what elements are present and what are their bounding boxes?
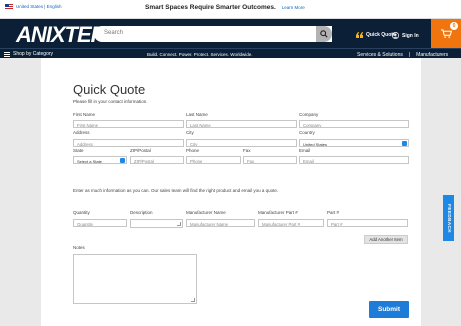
chevron-down-icon (120, 158, 125, 163)
quick-quote-form: Quick Quote Please fill in your contact … (41, 58, 421, 326)
state-label: State (73, 148, 84, 153)
part-number-field[interactable]: Part # (327, 219, 408, 227)
city-field[interactable]: City (186, 139, 297, 147)
search-button[interactable] (316, 26, 332, 42)
locale-label: United States | English (16, 4, 62, 9)
company-label: Company (299, 112, 319, 117)
resize-handle-icon[interactable] (191, 298, 195, 302)
city-label: City (186, 130, 194, 135)
anixter-logo[interactable]: ANIXTER (16, 22, 107, 48)
sign-in-label: Sign In (402, 32, 419, 39)
cart-icon (440, 29, 452, 38)
search-input[interactable]: Search (94, 26, 332, 42)
promo-message: Smart Spaces Require Smarter Outcomes. L… (145, 4, 305, 11)
nav-links: Services & Solutions | Manufacturers (357, 52, 448, 58)
country-label: Country (299, 130, 315, 135)
first-name-field[interactable]: First Name (73, 120, 184, 128)
main-header: ANIXTER Search Quick Quote Sign In (0, 19, 461, 48)
resize-handle-icon[interactable] (177, 222, 181, 226)
state-value: Select a State (77, 158, 102, 164)
page-title: Quick Quote (73, 82, 146, 97)
zip-label: ZIP/Postal (130, 148, 151, 153)
quantity-label: Quantity (73, 210, 90, 215)
manufacturers-link[interactable]: Manufacturers (416, 52, 448, 58)
tagline: Build. Connect. Power. Protect. Services… (147, 51, 253, 57)
feedback-tab[interactable]: FEEDBACK (443, 195, 454, 241)
last-name-label: Last Name (186, 112, 208, 117)
cart-button[interactable]: 0 (431, 19, 461, 48)
last-name-field[interactable]: Last Name (186, 120, 297, 128)
fax-field[interactable]: Fax (243, 156, 297, 164)
quick-quote-link[interactable]: Quick Quote (356, 32, 396, 38)
user-icon (392, 32, 399, 39)
phone-label: Phone (186, 148, 200, 153)
promo-text: Smart Spaces Require Smarter Outcomes. (145, 4, 276, 11)
fax-label: Fax (243, 148, 251, 153)
cart-count-badge: 0 (450, 22, 458, 30)
quantity-field[interactable]: Quantity (73, 219, 127, 227)
page: United States | English Smart Spaces Req… (0, 0, 461, 326)
manufacturer-name-label: Manufacturer Name (186, 210, 226, 215)
us-flag-icon (5, 4, 13, 9)
address-label: Address (73, 130, 90, 135)
quick-quote-icon (356, 32, 363, 38)
submit-button[interactable]: Submit (369, 301, 409, 318)
description-label: Description (130, 210, 153, 215)
shop-by-category-label: Shop by Category (13, 51, 54, 57)
chevron-down-icon (402, 141, 407, 146)
email-field[interactable]: Email (299, 156, 409, 164)
promo-bar: United States | English Smart Spaces Req… (0, 0, 461, 19)
form-subtitle: Please fill in your contact information. (73, 99, 148, 104)
shop-by-category-button[interactable]: Shop by Category (4, 51, 53, 57)
zip-field[interactable]: ZIP/Postal (130, 156, 184, 164)
items-instructions: Enter as much information as you can. Ou… (73, 188, 279, 193)
part-number-label: Part # (327, 210, 340, 215)
email-label: Email (299, 148, 311, 153)
first-name-label: First Name (73, 112, 96, 117)
state-select[interactable]: Select a State (73, 156, 127, 164)
learn-more-link[interactable]: Learn More (282, 5, 305, 10)
notes-textarea[interactable] (73, 254, 197, 304)
search-icon (320, 30, 328, 38)
services-solutions-link[interactable]: Services & Solutions (357, 52, 403, 58)
sign-in-link[interactable]: Sign In (392, 32, 419, 39)
address-field[interactable]: Address (73, 139, 184, 147)
locale-selector[interactable]: United States | English (5, 4, 61, 9)
category-nav: Shop by Category Build. Connect. Power. … (0, 48, 461, 58)
notes-label: Notes (73, 245, 85, 250)
menu-icon (4, 51, 10, 57)
country-value: United States (303, 141, 328, 147)
add-another-item-button[interactable]: Add Another Item (364, 235, 408, 244)
manufacturer-part-field[interactable]: Manufacturer Part # (258, 219, 324, 227)
feedback-label: FEEDBACK (446, 203, 451, 233)
country-select[interactable]: United States (299, 139, 409, 147)
manufacturer-part-label: Manufacturer Part # (258, 210, 298, 215)
manufacturer-name-field[interactable]: Manufacturer Name (186, 219, 255, 227)
company-field[interactable]: Company (299, 120, 409, 128)
description-field[interactable] (130, 219, 183, 228)
nav-separator: | (408, 51, 411, 58)
phone-field[interactable]: Phone (186, 156, 241, 164)
